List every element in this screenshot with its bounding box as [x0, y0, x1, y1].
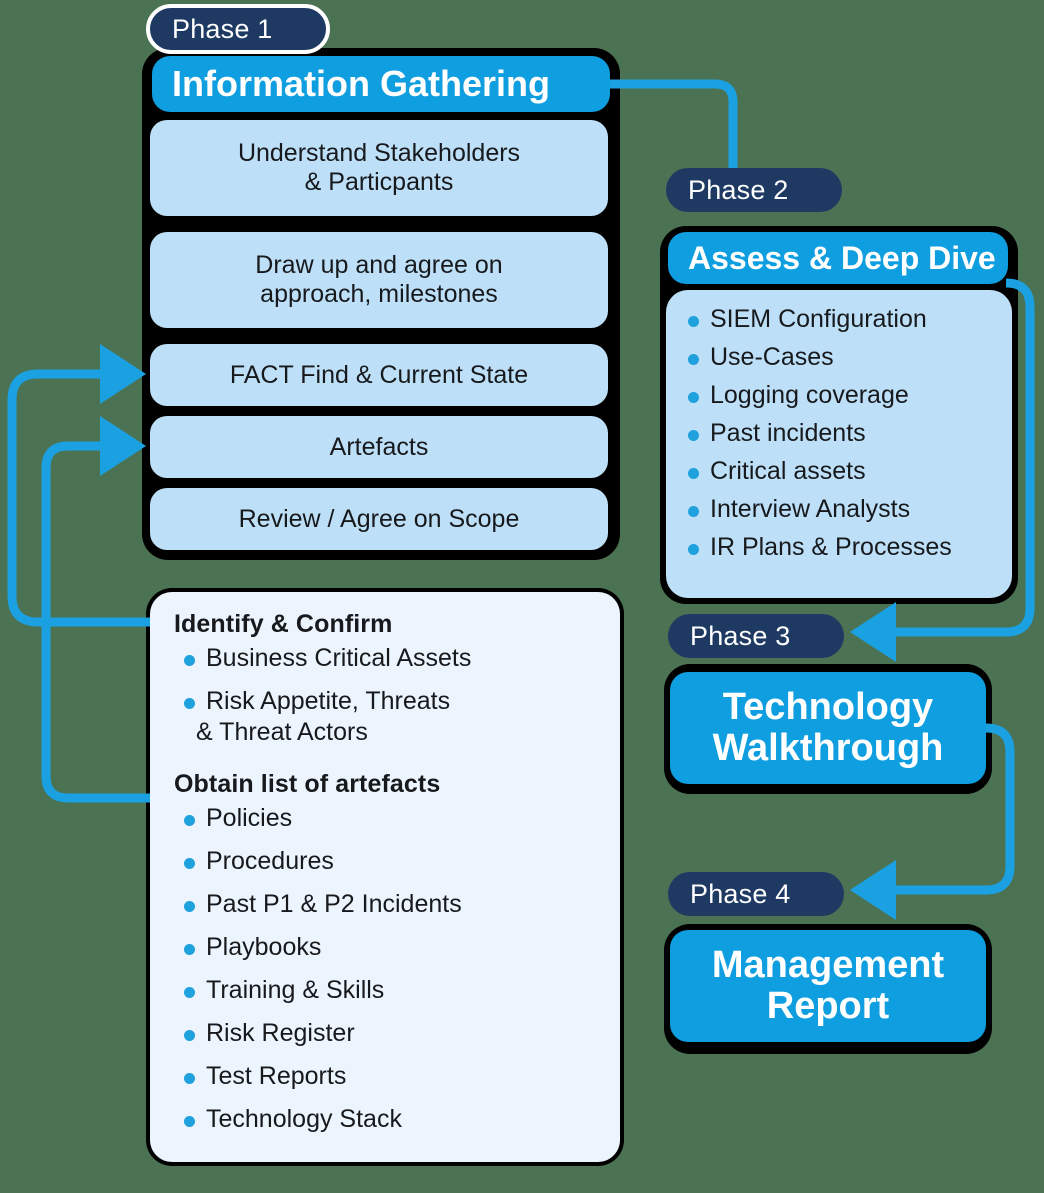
list-item[interactable]: Past P1 & P2 Incidents [174, 889, 600, 920]
list-item[interactable]: IR Plans & Processes [678, 532, 998, 563]
phase3-header-line-1: Technology [722, 685, 934, 728]
step-label: Artefacts [329, 432, 429, 461]
phase2-header-label: Assess & Deep Dive [688, 239, 996, 276]
arrowhead-to-phase4 [850, 860, 896, 920]
phase1-header-label: Information Gathering [172, 63, 550, 104]
list-item[interactable]: Critical assets [678, 456, 998, 487]
list-item[interactable]: Business Critical Assets [174, 643, 600, 674]
list-item[interactable]: Risk Appetite, Threats [174, 686, 600, 717]
list-item[interactable]: Procedures [174, 846, 600, 877]
phase2-pill[interactable]: Phase 2 [666, 168, 842, 212]
phase4-pill-label: Phase 4 [690, 878, 791, 909]
step-line-2: & Particpants [304, 168, 454, 196]
phase1-step-fact-find[interactable]: FACT Find & Current State [150, 344, 608, 406]
step-line-1: Draw up and agree on [255, 251, 503, 279]
phase3-header[interactable]: Technology Walkthrough [670, 672, 986, 784]
arrowhead-to-phase3 [850, 602, 896, 662]
list-item[interactable]: Interview Analysts [678, 494, 998, 525]
list-item[interactable]: Test Reports [174, 1061, 600, 1092]
diagram-canvas: Phase 1 Information Gathering Understand… [0, 0, 1044, 1193]
identify-confirm-list: Business Critical Assets Risk Appetite, … [174, 643, 600, 748]
phase1-pill[interactable]: Phase 1 [146, 4, 330, 54]
wire-loop-outer [7, 369, 160, 627]
phase3-header-line-2: Walkthrough [712, 727, 944, 769]
phase1-step-artefacts[interactable]: Artefacts [150, 416, 608, 478]
list-item[interactable]: Policies [174, 803, 600, 834]
phase2-pill-label: Phase 2 [688, 174, 789, 205]
list-item[interactable]: Playbooks [174, 932, 600, 963]
details-panel: Identify & Confirm Business Critical Ass… [150, 592, 620, 1162]
step-line-2: approach, milestones [260, 280, 498, 308]
phase3-pill[interactable]: Phase 3 [668, 614, 844, 658]
phase1-pill-label: Phase 1 [172, 13, 273, 44]
phase1-step-understand-stakeholders[interactable]: Understand Stakeholders & Particpants [150, 120, 608, 216]
step-label: Review / Agree on Scope [238, 504, 520, 533]
phase3-pill-label: Phase 3 [690, 620, 791, 651]
phase4-header-line-1: Management [711, 943, 945, 986]
list-item[interactable]: Logging coverage [678, 380, 998, 411]
step-label: FACT Find & Current State [229, 360, 529, 389]
arrowhead-to-artefacts [100, 416, 146, 476]
phase1-step-draw-up-approach[interactable]: Draw up and agree on approach, milestone… [150, 232, 608, 328]
list-item[interactable]: Training & Skills [174, 975, 600, 1006]
list-item[interactable]: Past incidents [678, 418, 998, 449]
phase2-items-panel: SIEM Configuration Use-Cases Logging cover… [666, 290, 1012, 598]
list-item[interactable]: Use-Cases [678, 342, 998, 373]
step-line-1: Understand Stakeholders [237, 139, 521, 167]
arrowhead-to-fact-find [100, 344, 146, 404]
phase4-header-line-2: Report [766, 985, 890, 1027]
list-item[interactable]: SIEM Configuration [678, 304, 998, 335]
phase1-header[interactable]: Information Gathering [152, 56, 610, 112]
phase4-header[interactable]: Management Report [670, 930, 986, 1042]
phase2-header[interactable]: Assess & Deep Dive [668, 232, 1008, 284]
list-item-continuation: & Threat Actors [196, 718, 368, 746]
list-item[interactable]: Risk Register [174, 1018, 600, 1049]
list-item[interactable]: Technology Stack [174, 1104, 600, 1135]
obtain-artefacts-list: Policies Procedures Past P1 & P2 Incidents… [174, 803, 600, 1135]
phase2-list: SIEM Configuration Use-Cases Logging cover… [678, 304, 998, 563]
obtain-artefacts-title: Obtain list of artefacts [174, 770, 441, 798]
phase4-pill[interactable]: Phase 4 [668, 872, 844, 916]
identify-confirm-title: Identify & Confirm [174, 610, 393, 638]
phase1-step-review-agree-scope[interactable]: Review / Agree on Scope [150, 488, 608, 550]
